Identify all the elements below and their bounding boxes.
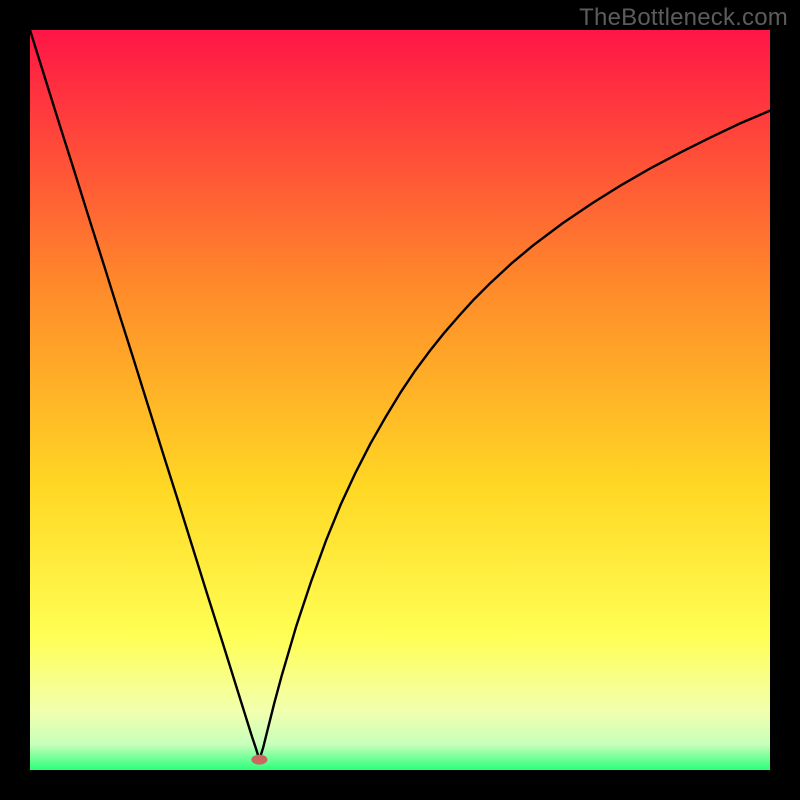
chart-frame: TheBottleneck.com (0, 0, 800, 800)
chart-background (30, 30, 770, 770)
minimum-marker (251, 755, 267, 765)
plot-area (30, 30, 770, 770)
chart-svg (30, 30, 770, 770)
watermark-text: TheBottleneck.com (579, 4, 788, 32)
